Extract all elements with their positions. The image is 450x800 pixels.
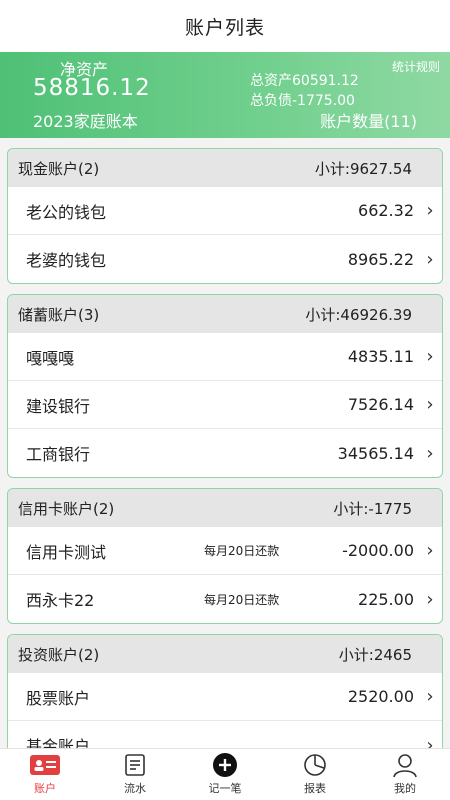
account-row[interactable]: 股票账户 2520.00 › — [8, 673, 442, 721]
repayment-note: 每月20日还款 — [204, 544, 280, 558]
account-amount: -2000.00 — [342, 541, 414, 560]
chevron-right-icon: › — [426, 588, 434, 610]
account-amount: 34565.14 — [337, 443, 414, 463]
group-name: 信用卡账户(2) — [18, 499, 115, 518]
tab-label: 账户 — [34, 782, 56, 795]
account-list[interactable]: 现金账户(2) 小计:9627.54 老公的钱包 662.32 › 老婆的钱包 … — [0, 138, 450, 748]
account-amount: 7526.14 — [347, 395, 414, 414]
chevron-right-icon: › — [426, 248, 434, 270]
total-assets: 总资产60591.12 — [250, 73, 359, 89]
account-row[interactable]: 建设银行 7526.14 › — [8, 381, 442, 429]
net-assets-value: 58816.12 — [33, 75, 151, 101]
list-icon — [124, 753, 146, 777]
group-name: 投资账户(2) — [18, 645, 100, 664]
tab-label: 流水 — [124, 782, 146, 795]
tab-label: 我的 — [394, 782, 416, 795]
book-name[interactable]: 2023家庭账本 — [33, 108, 138, 132]
summary-banner: 净资产 58816.12 2023家庭账本 统计规则 总资产60591.12 总… — [0, 52, 450, 138]
group-header[interactable]: 投资账户(2) 小计:2465 — [8, 635, 442, 673]
account-name: 西永卡22 — [26, 591, 95, 610]
tab-mine[interactable]: 我的 — [360, 749, 450, 800]
account-name: 股票账户 — [26, 688, 91, 708]
account-row[interactable]: 基金账户 › — [8, 721, 442, 749]
chevron-right-icon: › — [426, 734, 434, 749]
account-card-icon — [30, 753, 60, 777]
group-subtotal: 小计:2465 — [338, 645, 412, 664]
account-row[interactable]: 工商银行 34565.14 › — [8, 429, 442, 477]
tab-label: 报表 — [304, 782, 326, 795]
account-row[interactable]: 西永卡22 每月20日还款 225.00 › — [8, 575, 442, 623]
account-row[interactable]: 信用卡测试 每月20日还款 -2000.00 › — [8, 527, 442, 575]
tab-flow[interactable]: 流水 — [90, 749, 180, 800]
account-amount: 4835.11 — [347, 347, 414, 366]
account-row[interactable]: 老婆的钱包 8965.22 › — [8, 235, 442, 283]
total-debt: 总负债-1775.00 — [250, 93, 355, 109]
account-amount: 8965.22 — [347, 249, 414, 269]
group-savings: 储蓄账户(3) 小计:46926.39 嘎嘎嘎 4835.11 › 建设银行 7… — [7, 294, 443, 478]
account-name: 嘎嘎嘎 — [26, 348, 75, 368]
title-bar: 账户列表 — [0, 0, 450, 52]
account-row[interactable]: 老公的钱包 662.32 › — [8, 187, 442, 235]
group-header[interactable]: 现金账户(2) 小计:9627.54 — [8, 149, 442, 187]
group-investment: 投资账户(2) 小计:2465 股票账户 2520.00 › 基金账户 › — [7, 634, 443, 748]
group-name: 储蓄账户(3) — [18, 305, 100, 324]
group-cash: 现金账户(2) 小计:9627.54 老公的钱包 662.32 › 老婆的钱包 … — [7, 148, 443, 284]
tab-add-record[interactable]: 记一笔 — [180, 749, 270, 800]
tab-account[interactable]: 账户 — [0, 749, 90, 800]
user-icon — [392, 753, 418, 778]
group-subtotal: 小计:9627.54 — [314, 159, 412, 178]
account-name: 基金账户 — [26, 737, 91, 748]
plus-circle-icon — [213, 753, 237, 777]
stat-rules-link[interactable]: 统计规则 — [392, 58, 440, 75]
chevron-right-icon: › — [426, 540, 434, 561]
group-header[interactable]: 储蓄账户(3) 小计:46926.39 — [8, 295, 442, 333]
chevron-right-icon: › — [426, 346, 434, 367]
account-amount: 225.00 — [358, 589, 414, 609]
account-name: 工商银行 — [26, 445, 91, 464]
pie-chart-icon — [303, 753, 327, 777]
account-row[interactable]: 嘎嘎嘎 4835.11 › — [8, 333, 442, 381]
tab-report[interactable]: 报表 — [270, 749, 360, 800]
account-name: 老婆的钱包 — [26, 251, 107, 270]
chevron-right-icon: › — [426, 442, 434, 464]
chevron-right-icon: › — [426, 686, 434, 707]
repayment-note: 每月20日还款 — [204, 592, 280, 607]
account-name: 建设银行 — [26, 396, 91, 416]
group-name: 现金账户(2) — [18, 159, 100, 178]
group-subtotal: 小计:46926.39 — [305, 305, 412, 324]
account-name: 信用卡测试 — [26, 542, 107, 562]
account-amount: 662.32 — [358, 201, 414, 220]
account-name: 老公的钱包 — [26, 202, 107, 222]
chevron-right-icon: › — [426, 200, 434, 221]
account-count: 账户数量(11) — [320, 112, 417, 131]
account-amount: 2520.00 — [347, 687, 414, 706]
tab-label: 记一笔 — [208, 782, 242, 795]
page-title: 账户列表 — [184, 16, 265, 39]
group-header[interactable]: 信用卡账户(2) 小计:-1775 — [8, 489, 442, 527]
bottom-tab-bar: 账户 流水 记一笔 报表 我的 — [0, 748, 450, 800]
group-subtotal: 小计:-1775 — [333, 499, 412, 518]
group-credit-card: 信用卡账户(2) 小计:-1775 信用卡测试 每月20日还款 -2000.00… — [7, 488, 443, 624]
chevron-right-icon: › — [426, 394, 434, 415]
